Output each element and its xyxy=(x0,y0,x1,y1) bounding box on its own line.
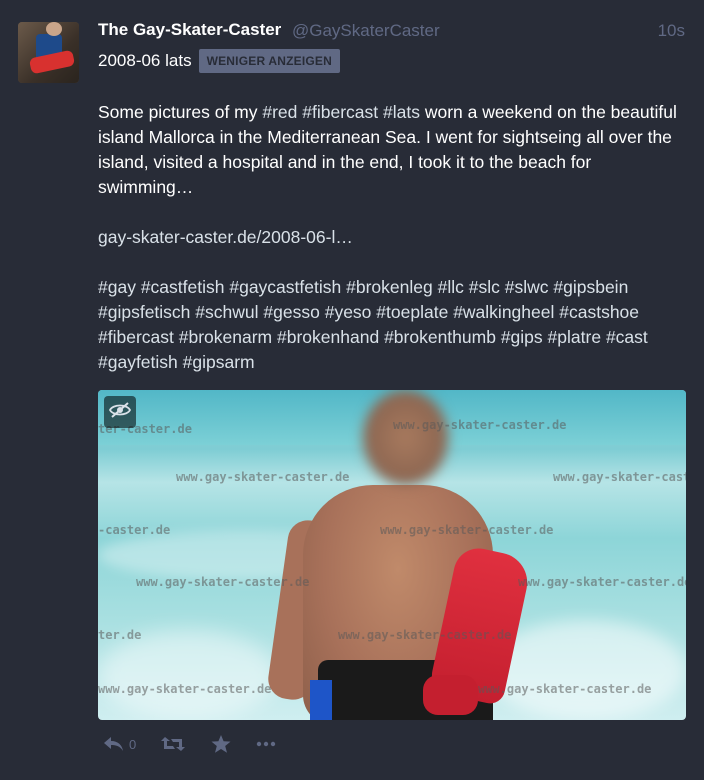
status-actions: 0 xyxy=(102,734,300,754)
account-handle[interactable]: @GaySkaterCaster xyxy=(292,21,440,41)
media-attachment[interactable]: ter-caster.de www.gay-skater-caster.de w… xyxy=(98,390,686,720)
watermark: www.gay-skater-caster.de xyxy=(176,470,350,484)
status-paragraph: Some pictures of my #red #fibercast #lat… xyxy=(98,100,688,200)
watermark: www.gay-skater-caster.de xyxy=(136,575,310,589)
reply-count: 0 xyxy=(129,736,137,752)
boost-button[interactable] xyxy=(160,735,186,753)
hashtag-link[interactable]: #gipsbein xyxy=(553,277,628,297)
reply-icon xyxy=(102,735,124,753)
hashtag-link[interactable]: #gesso xyxy=(263,302,319,322)
hashtag-link[interactable]: #lats xyxy=(383,102,420,122)
status-link[interactable]: gay-skater-caster.de/2008-06-l… xyxy=(98,227,353,247)
hashtag-link[interactable]: #brokenarm xyxy=(179,327,272,347)
watermark: www.gay-skater-caster.de xyxy=(518,575,686,589)
watermark: www.gay-skater-caster.de xyxy=(553,470,686,484)
hashtag-link[interactable]: #yeso xyxy=(325,302,372,322)
hashtag-link[interactable]: #red xyxy=(262,102,297,122)
hashtag-link[interactable]: #gay xyxy=(98,277,136,297)
hashtag-list: #gay #castfetish #gaycastfetish #brokenl… xyxy=(98,275,688,375)
hashtag-link[interactable]: #brokenleg xyxy=(346,277,433,297)
hashtag-link[interactable]: #gaycastfetish xyxy=(229,277,341,297)
hashtag-link[interactable]: #cast xyxy=(606,327,648,347)
ellipsis-icon xyxy=(256,741,276,747)
eye-slash-icon xyxy=(108,401,132,423)
star-icon xyxy=(210,734,232,754)
hashtag-link[interactable]: #fibercast xyxy=(98,327,174,347)
display-name[interactable]: The Gay-Skater-Caster xyxy=(98,20,281,40)
hashtag-link[interactable]: #fibercast xyxy=(302,102,378,122)
watermark: www.gay-skater-caster.de xyxy=(380,523,554,537)
hashtag-link[interactable]: #schwul xyxy=(195,302,258,322)
show-less-button[interactable]: WENIGER ANZEIGEN xyxy=(198,49,341,73)
status-link-paragraph: gay-skater-caster.de/2008-06-l… xyxy=(98,225,688,250)
reply-button[interactable]: 0 xyxy=(102,735,136,753)
watermark: www.gay-skater-caster.de xyxy=(98,682,272,696)
hashtag-link[interactable]: #gipsfetisch xyxy=(98,302,190,322)
status-content: Some pictures of my #red #fibercast #lat… xyxy=(98,100,688,400)
hashtag-link[interactable]: #llc xyxy=(438,277,464,297)
hashtag-link[interactable]: #slwc xyxy=(505,277,549,297)
content-warning: 2008-06 lats WENIGER ANZEIGEN xyxy=(98,49,341,73)
status-card: The Gay-Skater-Caster @GaySkaterCaster 1… xyxy=(0,0,704,780)
hide-media-button[interactable] xyxy=(104,396,136,428)
hashtag-link[interactable]: #castshoe xyxy=(559,302,639,322)
hashtag-link[interactable]: #gips xyxy=(501,327,543,347)
hashtag-link[interactable]: #slc xyxy=(469,277,500,297)
hashtag-link[interactable]: #brokenthumb xyxy=(384,327,496,347)
status-text-pre: Some pictures of my xyxy=(98,102,263,122)
avatar[interactable] xyxy=(18,22,79,83)
watermark: www.gay-skater-caster.de xyxy=(478,682,652,696)
watermark: ter.de xyxy=(98,628,142,642)
hashtag-link[interactable]: #platre xyxy=(548,327,602,347)
watermark: www.gay-skater-caster.de xyxy=(338,628,512,642)
hashtag-link[interactable]: #gipsarm xyxy=(183,352,255,372)
hashtag-link[interactable]: #castfetish xyxy=(141,277,225,297)
hashtag-link[interactable]: #gayfetish xyxy=(98,352,178,372)
hashtag-link[interactable]: #walkingheel xyxy=(453,302,554,322)
hashtag-link[interactable]: #toeplate xyxy=(376,302,448,322)
spoiler-text: 2008-06 lats xyxy=(98,51,192,70)
more-button[interactable] xyxy=(256,741,276,747)
retweet-icon xyxy=(160,735,186,753)
watermark: www.gay-skater-caster.de xyxy=(393,418,567,432)
relative-time[interactable]: 10s xyxy=(658,21,685,41)
watermark: -caster.de xyxy=(98,523,171,537)
favourite-button[interactable] xyxy=(210,734,232,754)
hashtag-link[interactable]: #brokenhand xyxy=(277,327,379,347)
